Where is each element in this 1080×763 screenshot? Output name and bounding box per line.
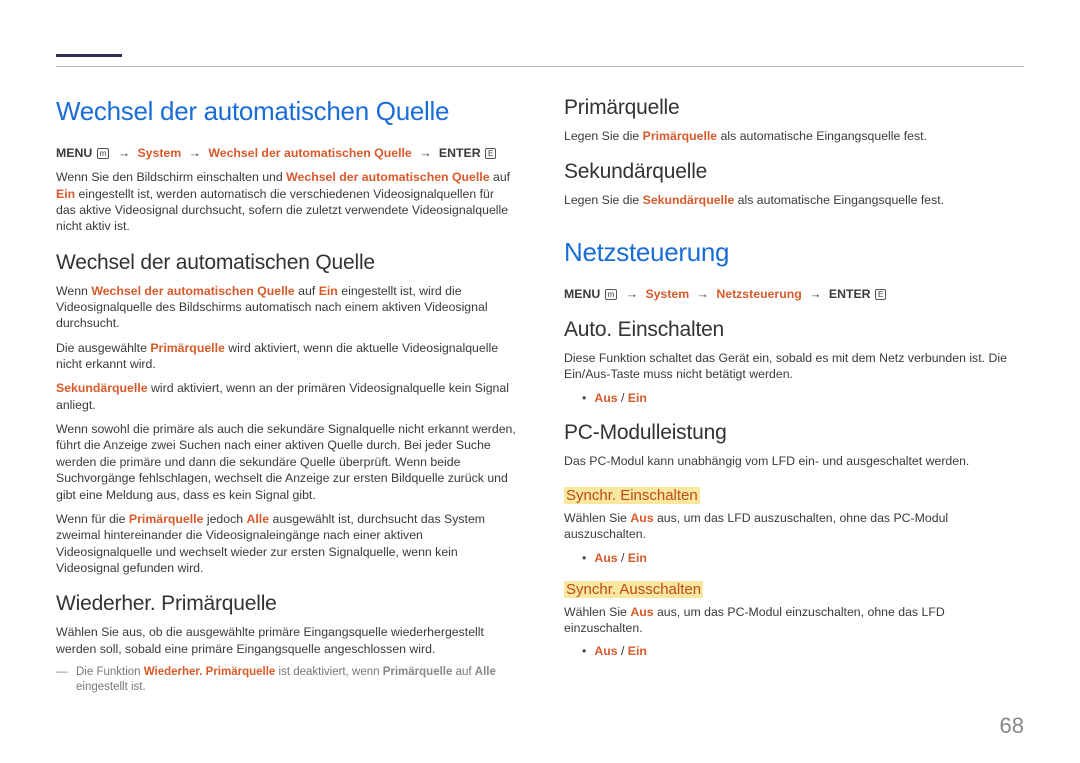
subheading-restore-primary: Wiederher. Primärquelle	[56, 592, 516, 616]
text: Die Funktion	[76, 666, 144, 678]
para-primary: Legen Sie die Primärquelle als automatis…	[564, 128, 1024, 144]
option-aus: Aus	[594, 644, 617, 658]
text: Wählen Sie	[564, 605, 630, 619]
content-columns: Wechsel der automatischen Quelle MENU m …	[56, 96, 1024, 704]
term: Aus	[630, 511, 653, 525]
page-number: 68	[1000, 713, 1024, 739]
options-auto-on: Aus / Ein	[564, 391, 1024, 405]
term: Primärquelle	[383, 666, 453, 678]
text: als automatische Eingangsquelle fest.	[717, 129, 927, 143]
header-divider	[56, 66, 1024, 67]
term: Wiederher. Primärquelle	[144, 666, 276, 678]
arrow-icon: →	[118, 146, 130, 160]
options-sync-on: Aus / Ein	[564, 551, 1024, 565]
text: auf	[295, 284, 319, 298]
text: Wenn Sie den Bildschirm einschalten und	[56, 170, 286, 184]
accent-bar	[56, 54, 122, 57]
option-aus: Aus	[594, 391, 617, 405]
text: ist deaktiviert, wenn	[275, 666, 382, 678]
bc-item: Wechsel der automatischen Quelle	[208, 146, 411, 160]
term: Sekundärquelle	[643, 193, 735, 207]
term: Alle	[475, 666, 496, 678]
menu-icon: m	[605, 289, 618, 300]
subheading-auto-source-switch: Wechsel der automatischen Quelle	[56, 251, 516, 275]
separator: /	[618, 551, 628, 565]
option-ein: Ein	[628, 391, 647, 405]
term: Ein	[56, 187, 75, 201]
intro-paragraph: Wenn Sie den Bildschirm einschalten und …	[56, 169, 516, 234]
term: Wechsel der automatischen Quelle	[91, 284, 294, 298]
separator: /	[618, 391, 628, 405]
option-aus: Aus	[594, 551, 617, 565]
text: Wählen Sie	[564, 511, 630, 525]
subheading-pc-module: PC-Modulleistung	[564, 421, 1024, 445]
arrow-icon: →	[626, 287, 638, 301]
term: Aus	[630, 605, 653, 619]
para-secondary: Legen Sie die Sekundärquelle als automat…	[564, 192, 1024, 208]
right-column: Primärquelle Legen Sie die Primärquelle …	[564, 96, 1024, 704]
text: jedoch	[203, 512, 246, 526]
arrow-icon: →	[189, 146, 201, 160]
breadcrumb-left: MENU m → System → Wechsel der automatisc…	[56, 145, 516, 161]
para-2: Die ausgewählte Primärquelle wird aktivi…	[56, 340, 516, 373]
bc-enter: ENTER	[439, 146, 481, 160]
para-auto-on: Diese Funktion schaltet das Gerät ein, s…	[564, 350, 1024, 383]
para-pc-module: Das PC-Modul kann unabhängig vom LFD ein…	[564, 453, 1024, 469]
h3-sync-off: Synchr. Ausschalten	[564, 581, 703, 598]
arrow-icon: →	[809, 287, 821, 301]
term: Wechsel der automatischen Quelle	[286, 170, 489, 184]
subheading-auto-on: Auto. Einschalten	[564, 318, 1024, 342]
para-4: Wenn sowohl die primäre als auch die sek…	[56, 421, 516, 503]
subheading-primary-source: Primärquelle	[564, 96, 1024, 120]
text: auf	[490, 170, 511, 184]
text: Legen Sie die	[564, 193, 643, 207]
term: Primärquelle	[150, 341, 225, 355]
para-1: Wenn Wechsel der automatischen Quelle au…	[56, 283, 516, 332]
text: Die ausgewählte	[56, 341, 150, 355]
text: eingestellt ist.	[76, 681, 146, 693]
bc-menu: MENU	[564, 287, 600, 301]
list-item: Aus / Ein	[582, 644, 1024, 658]
text: Wenn für die	[56, 512, 129, 526]
bc-item: Netzsteuerung	[716, 287, 801, 301]
left-column: Wechsel der automatischen Quelle MENU m …	[56, 96, 516, 704]
option-ein: Ein	[628, 644, 647, 658]
term: Alle	[247, 512, 270, 526]
note-restore-primary: Die Funktion Wiederher. Primärquelle ist…	[56, 665, 516, 696]
term: Primärquelle	[643, 129, 718, 143]
para-6: Wählen Sie aus, ob die ausgewählte primä…	[56, 624, 516, 657]
text: auf	[452, 666, 474, 678]
arrow-icon: →	[419, 146, 431, 160]
text: Wenn	[56, 284, 91, 298]
separator: /	[618, 644, 628, 658]
heading-auto-source-switch: Wechsel der automatischen Quelle	[56, 96, 516, 127]
text: als automatische Eingangsquelle fest.	[734, 193, 944, 207]
h3-sync-on: Synchr. Einschalten	[564, 487, 700, 504]
term: Primärquelle	[129, 512, 204, 526]
text: Legen Sie die	[564, 129, 643, 143]
arrow-icon: →	[697, 287, 709, 301]
heading-network-control: Netzsteuerung	[564, 237, 1024, 268]
list-item: Aus / Ein	[582, 551, 1024, 565]
bc-system: System	[645, 287, 689, 301]
bc-system: System	[137, 146, 181, 160]
para-5: Wenn für die Primärquelle jedoch Alle au…	[56, 511, 516, 576]
bc-menu: MENU	[56, 146, 92, 160]
list-item: Aus / Ein	[582, 391, 1024, 405]
enter-icon: E	[875, 289, 886, 300]
options-sync-off: Aus / Ein	[564, 644, 1024, 658]
para-sync-off: Wählen Sie Aus aus, um das PC-Modul einz…	[564, 604, 1024, 637]
breadcrumb-right: MENU m → System → Netzsteuerung → ENTER …	[564, 286, 1024, 302]
enter-icon: E	[485, 148, 496, 159]
term: Ein	[319, 284, 338, 298]
para-sync-on: Wählen Sie Aus aus, um das LFD auszuscha…	[564, 510, 1024, 543]
option-ein: Ein	[628, 551, 647, 565]
para-3: Sekundärquelle wird aktiviert, wenn an d…	[56, 380, 516, 413]
term: Sekundärquelle	[56, 381, 148, 395]
menu-icon: m	[97, 148, 110, 159]
text: eingestellt ist, werden automatisch die …	[56, 187, 508, 234]
bc-enter: ENTER	[829, 287, 871, 301]
subheading-secondary-source: Sekundärquelle	[564, 160, 1024, 184]
